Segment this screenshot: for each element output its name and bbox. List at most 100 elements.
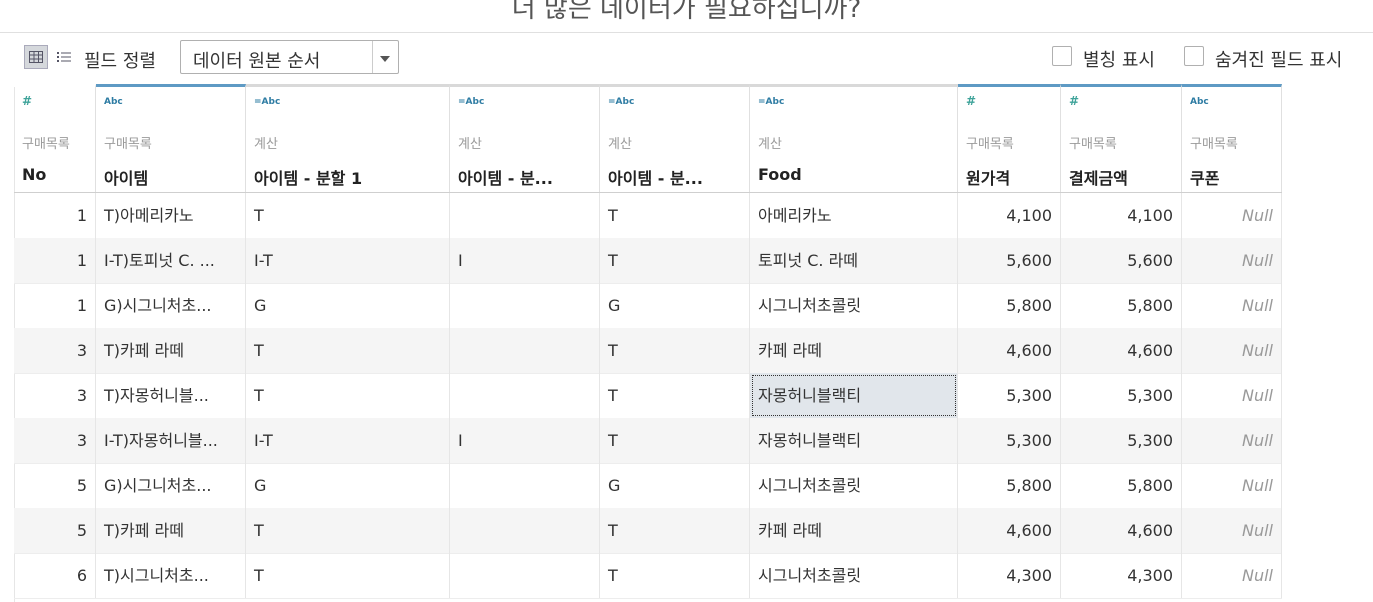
- cell-coupon[interactable]: Null: [1182, 508, 1282, 553]
- cell-payment-amount[interactable]: 5,800: [1061, 283, 1182, 328]
- cell-item[interactable]: T)시그니처초...: [96, 553, 246, 598]
- cell-original-price[interactable]: 4,600: [958, 328, 1061, 373]
- cell-item-split-1[interactable]: T: [246, 373, 450, 418]
- cell-original-price[interactable]: 5,800: [958, 283, 1061, 328]
- table-row[interactable]: 3 T)자몽허니블... T T 자몽허니블랙티 5,300 5,300 Null: [14, 373, 1373, 419]
- cell-item-split-2[interactable]: [450, 463, 600, 508]
- cell-item[interactable]: T)카페 라떼: [96, 508, 246, 553]
- cell-item-split-1[interactable]: G: [246, 463, 450, 508]
- cell-original-price[interactable]: 5,600: [958, 238, 1061, 283]
- cell-food[interactable]: 카페 라떼: [750, 508, 958, 553]
- cell-food[interactable]: 자몽허니블랙티: [750, 418, 958, 463]
- cell-item-split-2[interactable]: [450, 193, 600, 238]
- cell-item-split-1[interactable]: T: [246, 328, 450, 373]
- cell-item-split-1[interactable]: T: [246, 193, 450, 238]
- table-row[interactable]: 1 G)시그니처초... G G 시그니처초콜릿 5,800 5,800 Null: [14, 283, 1373, 329]
- cell-payment-amount[interactable]: 5,300: [1061, 373, 1182, 418]
- cell-item-split-1[interactable]: G: [246, 283, 450, 328]
- column-header-coupon[interactable]: Abc 구매목록 쿠폰: [1182, 84, 1282, 192]
- cell-coupon[interactable]: Null: [1182, 418, 1282, 463]
- cell-item-split-3[interactable]: T: [600, 418, 750, 463]
- cell-item[interactable]: I-T)토피넛 C. ...: [96, 238, 246, 283]
- cell-payment-amount[interactable]: 5,800: [1061, 463, 1182, 508]
- cell-item-split-3[interactable]: T: [600, 193, 750, 238]
- column-header-item-split-3[interactable]: =Abc 계산 아이템 - 분...: [600, 84, 750, 192]
- cell-food[interactable]: 시그니처초콜릿: [750, 553, 958, 598]
- cell-payment-amount[interactable]: 4,300: [1061, 553, 1182, 598]
- grid-view-button[interactable]: [24, 45, 48, 69]
- cell-payment-amount[interactable]: 4,100: [1061, 193, 1182, 238]
- sort-order-select[interactable]: 데이터 원본 순서: [180, 40, 399, 74]
- column-header-item-split-2[interactable]: =Abc 계산 아이템 - 분...: [450, 84, 600, 192]
- cell-coupon[interactable]: Null: [1182, 238, 1282, 283]
- cell-payment-amount[interactable]: 4,600: [1061, 328, 1182, 373]
- cell-no[interactable]: 1: [14, 238, 96, 283]
- cell-no[interactable]: 3: [14, 328, 96, 373]
- cell-food[interactable]: 토피넛 C. 라떼: [750, 238, 958, 283]
- cell-no[interactable]: 1: [14, 283, 96, 328]
- cell-no[interactable]: 3: [14, 418, 96, 463]
- table-row[interactable]: 1 I-T)토피넛 C. ... I-T I T 토피넛 C. 라떼 5,600 5,600 N…: [14, 238, 1373, 284]
- cell-item-split-3[interactable]: T: [600, 373, 750, 418]
- column-header-item-split-1[interactable]: =Abc 계산 아이템 - 분할 1: [246, 84, 450, 192]
- more-data-banner[interactable]: 더 많은 데이터가 필요하십니까?: [0, 0, 1373, 33]
- cell-item-split-3[interactable]: T: [600, 508, 750, 553]
- cell-item-split-2[interactable]: [450, 508, 600, 553]
- cell-original-price[interactable]: 4,100: [958, 193, 1061, 238]
- column-header-original-price[interactable]: # 구매목록 원가격: [958, 84, 1061, 192]
- cell-item[interactable]: I-T)자몽허니블...: [96, 418, 246, 463]
- cell-coupon[interactable]: Null: [1182, 283, 1282, 328]
- cell-item-split-3[interactable]: T: [600, 328, 750, 373]
- cell-item-split-1[interactable]: I-T: [246, 418, 450, 463]
- cell-item-split-3[interactable]: T: [600, 238, 750, 283]
- cell-item-split-2[interactable]: I: [450, 238, 600, 283]
- cell-coupon[interactable]: Null: [1182, 463, 1282, 508]
- cell-food[interactable]: 시그니처초콜릿: [750, 283, 958, 328]
- cell-item-split-2[interactable]: [450, 283, 600, 328]
- cell-payment-amount[interactable]: 5,300: [1061, 418, 1182, 463]
- cell-original-price[interactable]: 5,800: [958, 463, 1061, 508]
- cell-item[interactable]: T)아메리카노: [96, 193, 246, 238]
- cell-item-split-3[interactable]: T: [600, 553, 750, 598]
- cell-original-price[interactable]: 4,600: [958, 508, 1061, 553]
- cell-payment-amount[interactable]: 4,600: [1061, 508, 1182, 553]
- cell-coupon[interactable]: Null: [1182, 193, 1282, 238]
- cell-no[interactable]: 5: [14, 463, 96, 508]
- cell-payment-amount[interactable]: 5,600: [1061, 238, 1182, 283]
- table-row[interactable]: 5 T)카페 라떼 T T 카페 라떼 4,600 4,600 Null: [14, 508, 1373, 554]
- cell-item-split-1[interactable]: I-T: [246, 238, 450, 283]
- cell-food[interactable]: 카페 라떼: [750, 328, 958, 373]
- cell-coupon[interactable]: Null: [1182, 553, 1282, 598]
- column-header-payment-amount[interactable]: # 구매목록 결제금액: [1061, 84, 1182, 192]
- cell-item-split-3[interactable]: G: [600, 283, 750, 328]
- cell-no[interactable]: 6: [14, 553, 96, 598]
- cell-item[interactable]: T)카페 라떼: [96, 328, 246, 373]
- cell-no[interactable]: 3: [14, 373, 96, 418]
- cell-no[interactable]: 1: [14, 193, 96, 238]
- show-hidden-fields-checkbox[interactable]: [1184, 46, 1204, 66]
- cell-item-split-1[interactable]: T: [246, 553, 450, 598]
- cell-item-split-2[interactable]: [450, 373, 600, 418]
- cell-item-split-3[interactable]: G: [600, 463, 750, 508]
- cell-food[interactable]: 시그니처초콜릿: [750, 463, 958, 508]
- table-row[interactable]: 5 G)시그니처초... G G 시그니처초콜릿 5,800 5,800 Null: [14, 463, 1373, 509]
- show-aliases-label[interactable]: 별칭 표시: [1083, 46, 1155, 72]
- cell-no[interactable]: 5: [14, 508, 96, 553]
- table-row[interactable]: 1 T)아메리카노 T T 아메리카노 4,100 4,100 Null: [14, 193, 1373, 239]
- show-hidden-fields-label[interactable]: 숨겨진 필드 표시: [1215, 46, 1342, 72]
- table-row[interactable]: 6 T)시그니처초... T T 시그니처초콜릿 4,300 4,300 Null: [14, 553, 1373, 599]
- cell-item[interactable]: T)자몽허니블...: [96, 373, 246, 418]
- column-header-no[interactable]: # 구매목록 No: [14, 84, 96, 192]
- column-header-food[interactable]: =Abc 계산 Food: [750, 84, 958, 192]
- cell-coupon[interactable]: Null: [1182, 328, 1282, 373]
- cell-food[interactable]: 아메리카노: [750, 193, 958, 238]
- cell-item-split-2[interactable]: [450, 553, 600, 598]
- cell-original-price[interactable]: 5,300: [958, 418, 1061, 463]
- table-row[interactable]: 3 T)카페 라떼 T T 카페 라떼 4,600 4,600 Null: [14, 328, 1373, 374]
- cell-item-split-1[interactable]: T: [246, 508, 450, 553]
- cell-item[interactable]: G)시그니처초...: [96, 463, 246, 508]
- cell-coupon[interactable]: Null: [1182, 373, 1282, 418]
- cell-original-price[interactable]: 5,300: [958, 373, 1061, 418]
- cell-item-split-2[interactable]: [450, 328, 600, 373]
- cell-original-price[interactable]: 4,300: [958, 553, 1061, 598]
